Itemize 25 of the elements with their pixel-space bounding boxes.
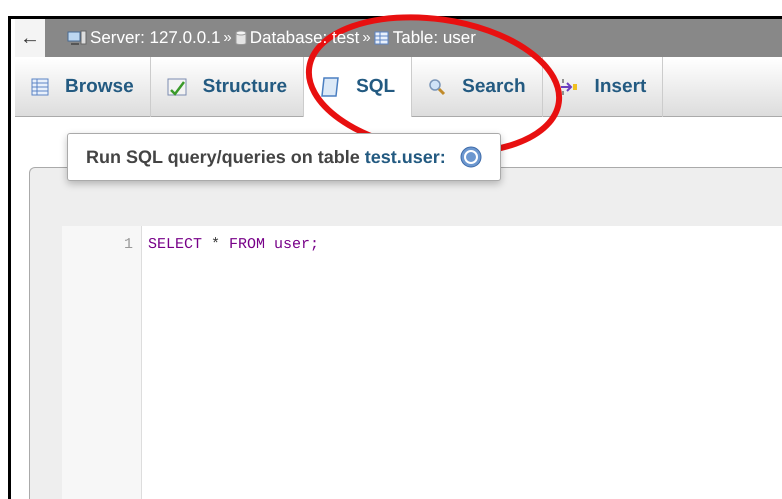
help-icon[interactable] (460, 146, 482, 168)
breadcrumb-separator: » (223, 28, 232, 48)
legend-text: Run SQL query/queries on table test.user: (86, 146, 446, 169)
tab[interactable]: Search (412, 57, 543, 117)
table-icon (374, 30, 390, 46)
database-icon (234, 30, 247, 46)
sql-editor[interactable]: SELECT * FROM user; (142, 226, 782, 499)
code-token: * (211, 235, 220, 254)
insert-icon (558, 77, 579, 97)
breadcrumb-link[interactable]: Table: user (392, 25, 476, 51)
tab[interactable]: Insert (542, 57, 664, 117)
breadcrumb-link[interactable]: Database: test (250, 25, 360, 51)
line-number: 1 (124, 235, 133, 254)
computer-icon (67, 30, 87, 46)
tab[interactable]: SQL (304, 57, 412, 117)
table-link[interactable]: test.user: (364, 146, 446, 166)
breadcrumb-separator: » (362, 28, 371, 48)
code-token: SELECT (148, 235, 202, 254)
breadcrumb-link[interactable]: Server: 127.0.0.1 (90, 25, 220, 51)
code-token: user; (274, 235, 320, 254)
tab[interactable]: Browse (15, 57, 151, 117)
table-icon (31, 78, 49, 96)
search-icon (428, 78, 446, 96)
back-button[interactable]: ← (15, 19, 45, 57)
code-token: FROM (229, 235, 266, 254)
